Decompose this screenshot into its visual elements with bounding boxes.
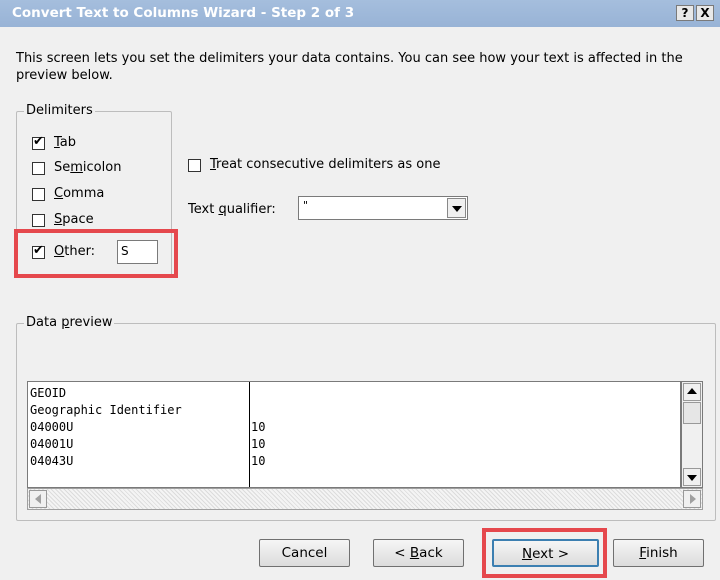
- scroll-right-button[interactable]: [683, 490, 701, 508]
- arrow-left-icon: [35, 494, 41, 504]
- chevron-down-icon: [452, 206, 462, 212]
- comma-label[interactable]: Comma: [54, 186, 104, 202]
- scroll-thumb[interactable]: [683, 402, 701, 424]
- column-separator[interactable]: [249, 382, 250, 487]
- preview-cell: 10: [251, 454, 266, 468]
- tab-checkbox[interactable]: ✔: [32, 134, 45, 150]
- dropdown-button[interactable]: [447, 198, 466, 218]
- arrow-right-icon: [690, 494, 696, 504]
- other-highlight: [14, 229, 178, 278]
- arrow-up-icon: [687, 388, 697, 394]
- window-title: Convert Text to Columns Wizard - Step 2 …: [12, 5, 355, 21]
- close-button[interactable]: X: [696, 5, 714, 21]
- preview-cell: 04000U: [30, 420, 74, 434]
- preview-cell: 10: [251, 420, 266, 434]
- checkmark-icon: ✔: [33, 134, 44, 149]
- consecutive-checkbox[interactable]: [188, 159, 201, 172]
- data-preview-grid[interactable]: GEOID Geographic Identifier 04000U 10 04…: [27, 381, 681, 488]
- arrow-down-icon: [687, 475, 697, 481]
- space-label[interactable]: Space: [54, 212, 94, 228]
- semicolon-label[interactable]: Semicolon: [54, 160, 121, 176]
- qualifier-select[interactable]: ": [298, 196, 468, 220]
- scroll-up-button[interactable]: [683, 383, 701, 401]
- delimiters-legend: Delimiters: [24, 103, 95, 119]
- qualifier-value: ": [303, 199, 309, 212]
- semicolon-checkbox[interactable]: [32, 162, 45, 175]
- preview-cell: 04001U: [30, 437, 74, 451]
- preview-cell: 04043U: [30, 454, 74, 468]
- scroll-left-button[interactable]: [29, 490, 47, 508]
- tab-label[interactable]: Tab: [54, 135, 76, 151]
- help-button[interactable]: ?: [676, 5, 694, 21]
- horizontal-scrollbar[interactable]: [27, 488, 703, 510]
- intro-text: This screen lets you set the delimiters …: [16, 51, 683, 83]
- cancel-button[interactable]: Cancel: [259, 539, 350, 567]
- title-bar: Convert Text to Columns Wizard - Step 2 …: [0, 0, 720, 27]
- scroll-down-button[interactable]: [683, 468, 701, 486]
- vertical-scrollbar[interactable]: [681, 381, 703, 488]
- comma-checkbox[interactable]: [32, 188, 45, 201]
- back-button[interactable]: < Back: [373, 539, 464, 567]
- preview-cell: 10: [251, 437, 266, 451]
- consecutive-label[interactable]: Treat consecutive delimiters as one: [210, 157, 440, 173]
- next-highlight: [482, 528, 607, 578]
- qualifier-label: Text qualifier:: [188, 202, 276, 217]
- data-preview-legend: Data preview: [24, 315, 115, 331]
- space-checkbox[interactable]: [32, 214, 45, 227]
- finish-button[interactable]: Finish: [613, 539, 704, 567]
- preview-cell: Geographic Identifier: [30, 403, 182, 417]
- preview-cell: GEOID: [30, 386, 67, 400]
